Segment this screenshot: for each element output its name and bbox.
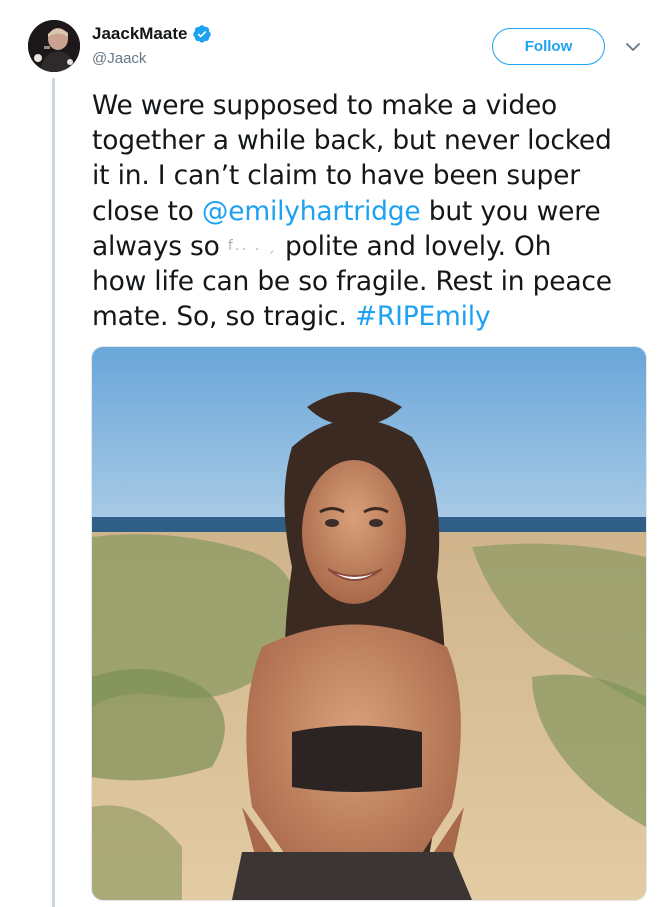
verified-badge-icon: [192, 24, 212, 44]
tweet-line: We were supposed to make a video: [92, 90, 558, 121]
tweet-text-segment: always so: [92, 230, 228, 262]
display-name[interactable]: JaackMaate: [92, 24, 187, 44]
tweet-text: We were supposed to make a video togethe…: [92, 88, 652, 334]
tweet-line: always so f․․ ․ ˏ polite and lovely. Oh: [92, 229, 652, 264]
follow-button[interactable]: Follow: [492, 28, 605, 65]
mention-link[interactable]: @emilyhartridge: [202, 196, 421, 227]
tweet-line: mate. So, so tragic. #RIPEmily: [92, 299, 652, 334]
name-row: JaackMaate: [92, 24, 212, 44]
tweet-text-segment: mate. So, so tragic.: [92, 301, 355, 333]
redacted-word: f․․ ․ ˏ: [227, 237, 277, 254]
author-info: JaackMaate @Jaack: [92, 24, 212, 67]
tweet-line: close to @emilyhartridge but you were: [92, 194, 652, 229]
avatar-image: [28, 20, 80, 72]
user-handle[interactable]: @Jaack: [92, 50, 212, 67]
chevron-down-icon[interactable]: [624, 38, 642, 56]
tweet-text-segment: close to: [92, 195, 202, 227]
avatar[interactable]: [28, 20, 80, 72]
tweet-line: how life can be so fragile. Rest in peac…: [92, 266, 612, 298]
hashtag-link[interactable]: #RIPEmily: [355, 301, 491, 332]
tweet-card: JaackMaate @Jaack Follow We were suppose…: [0, 0, 669, 907]
tweet-line: it in. I can’t claim to have been super: [92, 160, 580, 192]
tweet-line: together a while back, but never locked: [92, 125, 612, 157]
tweet-text-segment: but you were: [420, 195, 601, 227]
tweet-photo[interactable]: [91, 346, 647, 901]
tweet-text-segment: polite and lovely. Oh: [276, 230, 552, 262]
photo-icon: [92, 347, 646, 900]
thread-line: [52, 78, 55, 907]
